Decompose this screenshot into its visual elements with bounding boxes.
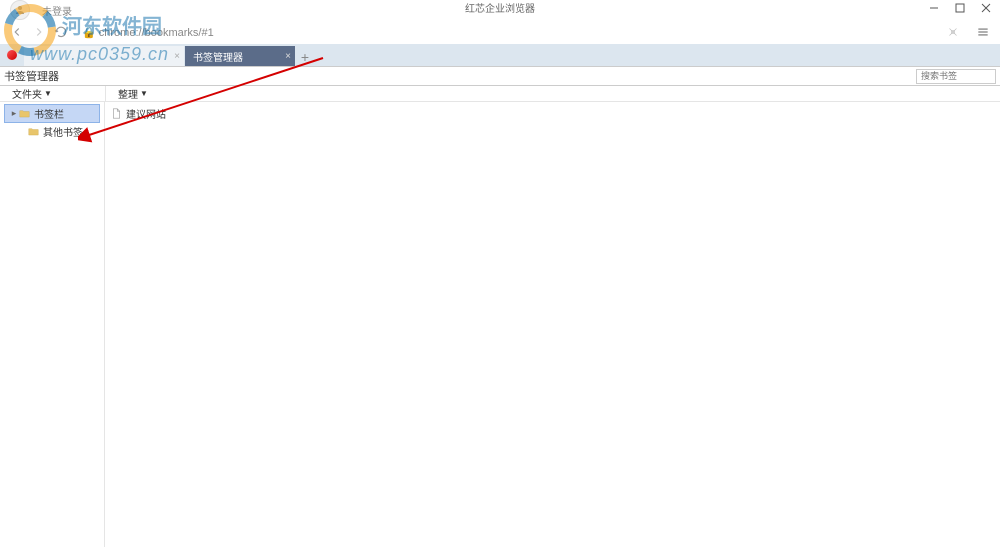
extension-button[interactable] xyxy=(942,21,964,43)
tab-bookmarks-manager[interactable]: 书签管理器 × xyxy=(185,46,295,66)
manage-label: 整理 xyxy=(118,86,138,101)
home-button[interactable] xyxy=(0,44,24,66)
forward-button[interactable] xyxy=(28,21,50,43)
new-tab-button[interactable]: + xyxy=(296,48,314,66)
chevron-down-icon: ▼ xyxy=(44,89,52,98)
tab-label: 书签管理器 xyxy=(193,49,243,64)
content-area: ▸ 书签栏 其他书签 建议网站 xyxy=(0,102,1000,547)
chevron-down-icon: ▼ xyxy=(140,89,148,98)
home-icon xyxy=(7,50,17,60)
reload-button[interactable] xyxy=(50,21,72,43)
minimize-button[interactable] xyxy=(928,2,940,14)
page-title: 书签管理器 xyxy=(4,68,59,84)
subheader: 书签管理器 xyxy=(0,66,1000,86)
tab-close-icon[interactable]: × xyxy=(285,51,291,62)
titlebar: 未登录 红芯企业浏览器 xyxy=(0,0,1000,14)
tree-item-bookmarks-bar[interactable]: ▸ 书签栏 xyxy=(4,104,100,123)
tree-label: 其他书签 xyxy=(43,124,83,139)
folder-icon xyxy=(28,127,39,136)
url-input[interactable]: 🔒 chrome://bookmarks/#1 xyxy=(78,24,936,41)
expand-icon[interactable]: ▸ xyxy=(9,108,19,119)
menu-button[interactable] xyxy=(972,21,994,43)
folders-label: 文件夹 xyxy=(12,86,42,101)
window-title: 红芯企业浏览器 xyxy=(465,0,535,15)
maximize-button[interactable] xyxy=(954,2,966,14)
tab-blank[interactable]: × xyxy=(24,46,184,66)
url-text: chrome://bookmarks/#1 xyxy=(99,27,214,39)
bookmark-list: 建议网站 xyxy=(105,102,1000,547)
close-button[interactable] xyxy=(980,2,992,14)
tree-item-other-bookmarks[interactable]: 其他书签 xyxy=(14,123,100,140)
folder-icon xyxy=(19,109,30,118)
address-bar-row: 🔒 chrome://bookmarks/#1 xyxy=(0,20,1000,44)
user-avatar[interactable] xyxy=(10,0,30,20)
tab-bar: × 书签管理器 × + xyxy=(0,44,1000,66)
login-status: 未登录 xyxy=(42,3,72,18)
list-item[interactable]: 建议网站 xyxy=(111,104,994,123)
folders-dropdown[interactable]: 文件夹 ▼ xyxy=(12,86,105,101)
security-icon: 🔒 xyxy=(82,27,96,39)
tab-close-icon[interactable]: × xyxy=(174,51,180,62)
user-icon xyxy=(14,4,26,16)
document-icon xyxy=(111,108,122,119)
search-input[interactable] xyxy=(916,69,996,84)
folder-tree: ▸ 书签栏 其他书签 xyxy=(0,102,105,547)
tree-label: 书签栏 xyxy=(34,106,64,121)
manage-dropdown[interactable]: 整理 ▼ xyxy=(118,86,148,101)
list-item-label: 建议网站 xyxy=(126,106,166,121)
back-button[interactable] xyxy=(6,21,28,43)
toolbar-row: 文件夹 ▼ 整理 ▼ xyxy=(0,86,1000,102)
